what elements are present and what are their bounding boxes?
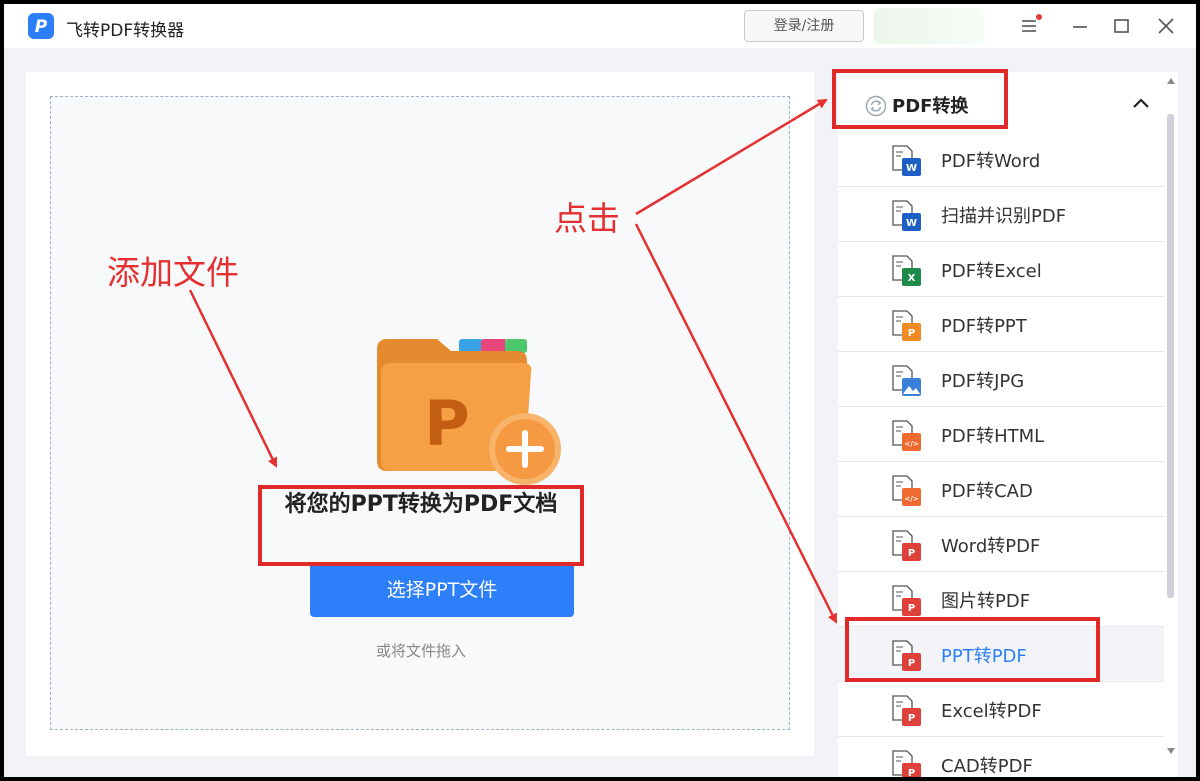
menu-item-label: PDF转JPG xyxy=(941,371,1025,392)
annotation-box-ppt-to-pdf xyxy=(845,617,1100,682)
menu-item[interactable]: W PDF转Word xyxy=(838,132,1164,187)
title-bar: P 飞转PDF转换器 登录/注册 xyxy=(4,4,1196,48)
app-logo-icon: P xyxy=(28,13,54,39)
menu-item[interactable]: P PDF转PPT xyxy=(838,297,1164,352)
menu-item-label: 图片转PDF xyxy=(941,591,1031,612)
select-ppt-file-button[interactable]: 选择PPT文件 xyxy=(310,563,574,617)
annotation-click: 点击 xyxy=(554,199,620,238)
minimize-icon xyxy=(1073,26,1087,28)
pdf-icon: P xyxy=(892,695,921,726)
ppt-icon: P xyxy=(892,310,921,341)
svg-text:W: W xyxy=(906,218,917,229)
svg-text:</>: </> xyxy=(904,495,918,503)
excel-icon: X xyxy=(892,255,921,286)
svg-text:</>: </> xyxy=(904,440,918,448)
menu-item-label: 扫描并识别PDF xyxy=(941,206,1067,227)
code-icon: </> xyxy=(892,475,921,506)
scrollbar-thumb[interactable] xyxy=(1167,114,1174,598)
menu-item-label: PDF转Excel xyxy=(941,261,1042,282)
menu-item[interactable]: P Excel转PDF xyxy=(838,682,1164,737)
minimize-button[interactable] xyxy=(1068,14,1092,38)
close-button[interactable] xyxy=(1154,14,1178,38)
pdf-icon: P xyxy=(892,750,921,777)
scroll-down-icon[interactable] xyxy=(1166,746,1176,756)
svg-text:P: P xyxy=(35,17,48,37)
ppt-folder-icon: P xyxy=(377,339,561,485)
scroll-up-icon[interactable] xyxy=(1166,76,1176,86)
maximize-icon xyxy=(1114,19,1129,33)
annotation-add-file: 添加文件 xyxy=(107,253,239,292)
word-icon: W xyxy=(892,145,921,176)
svg-text:P: P xyxy=(908,548,915,559)
menu-item-label: PDF转Word xyxy=(941,151,1041,172)
annotation-box-pdf-convert xyxy=(832,69,1008,129)
menu-item-label: Word转PDF xyxy=(941,536,1041,557)
app-title: 飞转PDF转换器 xyxy=(66,21,185,41)
maximize-button[interactable] xyxy=(1110,14,1134,38)
menu-item[interactable]: W 扫描并识别PDF xyxy=(838,187,1164,242)
pdf-icon: P xyxy=(892,530,921,561)
chevron-up-icon[interactable] xyxy=(1132,96,1150,110)
svg-text:P: P xyxy=(908,603,915,614)
menu-item-label: Excel转PDF xyxy=(941,701,1042,722)
menu-item[interactable]: </> PDF转CAD xyxy=(838,462,1164,517)
header-decoration xyxy=(874,8,984,44)
svg-text:P: P xyxy=(908,768,915,777)
pdf-icon: P xyxy=(892,585,921,616)
svg-text:X: X xyxy=(908,273,916,284)
menu-item-label: PDF转PPT xyxy=(941,316,1027,337)
menu-item[interactable]: P Word转PDF xyxy=(838,517,1164,572)
code-icon: </> xyxy=(892,420,921,451)
svg-text:P: P xyxy=(424,387,469,460)
word-icon: W xyxy=(892,200,921,231)
menu-item[interactable]: </> PDF转HTML xyxy=(838,407,1164,462)
menu-item-label: PDF转HTML xyxy=(941,426,1045,447)
svg-text:P: P xyxy=(908,328,915,339)
image-icon xyxy=(892,365,921,396)
app-window: P 飞转PDF转换器 登录/注册 P 将您的PPT转换为PDF文档 选择PPT文… xyxy=(4,4,1196,777)
main-panel: P 将您的PPT转换为PDF文档 选择PPT文件 或将文件拖入 xyxy=(26,72,814,756)
login-register-button[interactable]: 登录/注册 xyxy=(744,10,864,42)
menu-item-label: CAD转PDF xyxy=(941,756,1033,777)
notification-dot xyxy=(1036,14,1042,20)
menu-item-label: PDF转CAD xyxy=(941,481,1033,502)
close-icon xyxy=(1158,18,1174,34)
menu-item[interactable]: X PDF转Excel xyxy=(838,242,1164,297)
menu-item[interactable]: P CAD转PDF xyxy=(838,737,1164,777)
menu-button[interactable] xyxy=(1018,14,1042,38)
file-drop-zone[interactable]: P xyxy=(50,96,790,730)
annotation-box-select-button xyxy=(258,485,584,566)
menu-item[interactable]: PDF转JPG xyxy=(838,352,1164,407)
svg-text:P: P xyxy=(908,713,915,724)
drag-hint-text: 或将文件拖入 xyxy=(375,642,466,660)
svg-text:W: W xyxy=(906,163,917,174)
